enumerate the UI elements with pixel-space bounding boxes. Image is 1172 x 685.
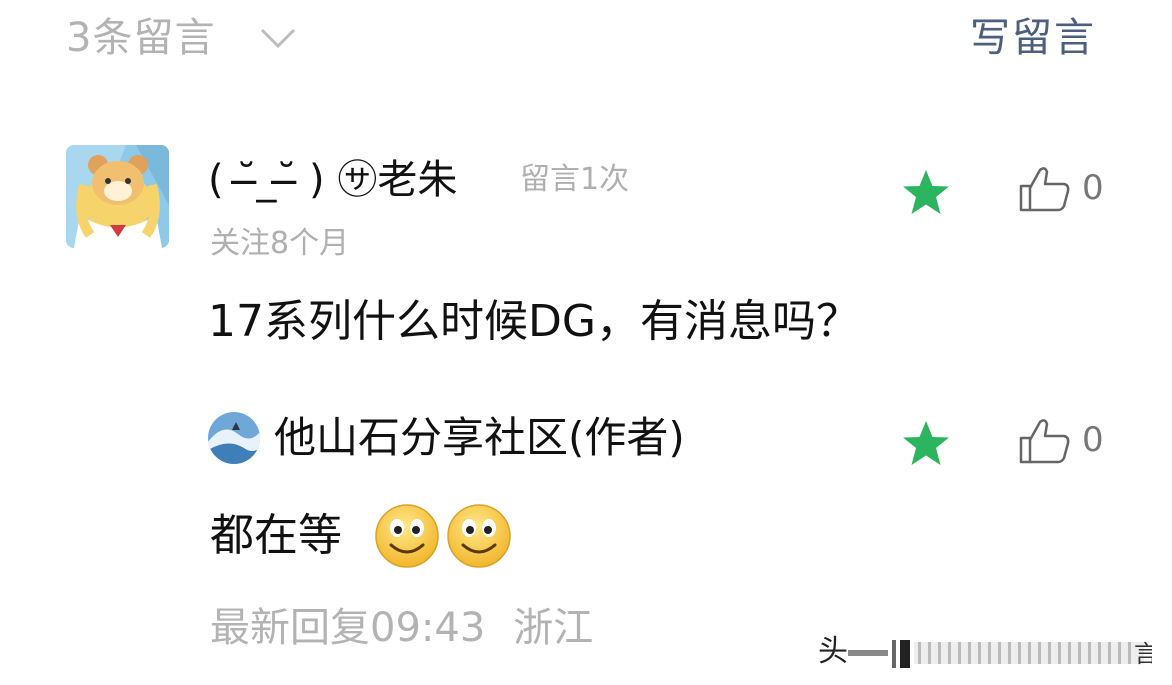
- watermark: 头 言: [818, 632, 1152, 672]
- reply-author[interactable]: 他山石分享社区(作者): [274, 410, 685, 466]
- comment-like-count: 0: [1082, 168, 1104, 208]
- comment-count-label[interactable]: 3条留言: [66, 12, 215, 64]
- comment-text: 17系列什么时候DG，有消息吗？: [208, 296, 860, 347]
- smile-emoji-icon: [375, 504, 439, 568]
- smile-emoji-icon: [447, 504, 511, 568]
- reply-like-count: 0: [1082, 420, 1104, 460]
- star-icon[interactable]: [900, 167, 952, 219]
- star-icon[interactable]: [900, 418, 952, 470]
- reply-like-button[interactable]: 0: [1018, 416, 1128, 466]
- latest-reply-time: 最新回复09:43: [210, 605, 486, 651]
- chevron-down-icon[interactable]: [258, 22, 298, 52]
- comment-count-meta: 留言1次: [520, 162, 630, 197]
- thumbs-up-icon: [1019, 419, 1070, 464]
- author-avatar[interactable]: [208, 412, 260, 464]
- follow-duration: 关注8个月: [210, 226, 350, 261]
- thumbs-up-icon: [1019, 167, 1070, 212]
- comment-like-button[interactable]: 0: [1018, 164, 1128, 214]
- svg-text:言: 言: [1134, 640, 1152, 668]
- comment-username[interactable]: ( ˘̶_˘̶ ) ㋚老朱: [208, 154, 457, 206]
- reply-location: 浙江: [513, 605, 594, 651]
- write-comment-button[interactable]: 写留言: [970, 12, 1096, 64]
- watermark-logo: 言: [848, 640, 1152, 668]
- reply-text-content: 都在等: [210, 510, 342, 561]
- avatar[interactable]: [66, 145, 169, 248]
- reply-meta: 最新回复09:43 浙江: [210, 602, 621, 654]
- reply-text: 都在等: [210, 508, 342, 564]
